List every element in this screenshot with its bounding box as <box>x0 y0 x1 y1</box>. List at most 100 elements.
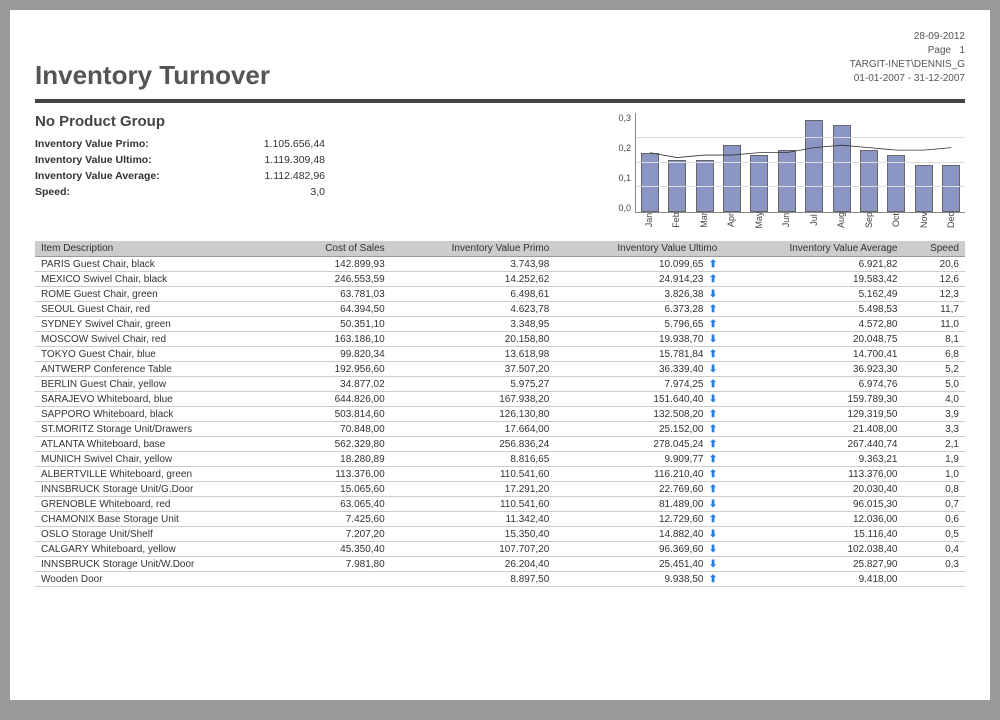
cell-speed: 1,0 <box>904 467 966 482</box>
arrow-up-icon: ⬆ <box>708 259 717 270</box>
data-table: Item Description Cost of Sales Inventory… <box>35 241 965 587</box>
cell-ultimo: 6.373,28 ⬆ <box>555 302 723 317</box>
cell-primo: 126.130,80 <box>391 407 556 422</box>
cell-speed <box>904 572 966 587</box>
cell-cost: 18.280,89 <box>283 452 390 467</box>
col-primo: Inventory Value Primo <box>391 241 556 257</box>
cell-speed: 11,0 <box>904 317 966 332</box>
cell-ultimo: 25.451,40 ⬇ <box>555 557 723 572</box>
x-label: Oct <box>891 211 901 229</box>
cell-primo: 17.664,00 <box>391 422 556 437</box>
cell-avg: 25.827,90 <box>723 557 903 572</box>
cell-cost: 45.350,40 <box>283 542 390 557</box>
table-row: OSLO Storage Unit/Shelf7.207,2015.350,40… <box>35 527 965 542</box>
table-row: CALGARY Whiteboard, yellow45.350,40107.7… <box>35 542 965 557</box>
cell-desc: GRENOBLE Whiteboard, red <box>35 497 283 512</box>
cell-cost: 70.848,00 <box>283 422 390 437</box>
cell-primo: 14.252,62 <box>391 272 556 287</box>
x-label: Jul <box>809 211 819 229</box>
arrow-up-icon: ⬆ <box>708 454 717 465</box>
cell-cost: 15.065,60 <box>283 482 390 497</box>
cell-cost: 113.376,00 <box>283 467 390 482</box>
col-avg: Inventory Value Average <box>723 241 903 257</box>
cell-avg: 6.921,82 <box>723 257 903 272</box>
summary-block: No Product Group Inventory Value Primo:1… <box>35 113 605 202</box>
cell-ultimo: 10.099,65 ⬆ <box>555 257 723 272</box>
cell-primo: 5.975,27 <box>391 377 556 392</box>
cell-speed: 8,1 <box>904 332 966 347</box>
x-label: Feb <box>671 211 681 229</box>
cell-cost: 644.826,00 <box>283 392 390 407</box>
cell-desc: INNSBRUCK Storage Unit/W.Door <box>35 557 283 572</box>
cell-speed: 0,6 <box>904 512 966 527</box>
cell-ultimo: 19.938,70 ⬇ <box>555 332 723 347</box>
table-header-row: Item Description Cost of Sales Inventory… <box>35 241 965 257</box>
table-row: MUNICH Swivel Chair, yellow18.280,898.81… <box>35 452 965 467</box>
cell-ultimo: 9.938,50 ⬆ <box>555 572 723 587</box>
cell-avg: 4.572,80 <box>723 317 903 332</box>
avg-value: 1.112.482,96 <box>205 170 325 182</box>
col-speed: Speed <box>904 241 966 257</box>
col-ultimo: Inventory Value Ultimo <box>555 241 723 257</box>
cell-avg: 5.162,49 <box>723 287 903 302</box>
cell-speed: 0,7 <box>904 497 966 512</box>
cell-desc: Wooden Door <box>35 572 283 587</box>
arrow-down-icon: ⬇ <box>708 529 717 540</box>
table-row: ST.MORITZ Storage Unit/Drawers70.848,001… <box>35 422 965 437</box>
cell-ultimo: 9.909,77 ⬆ <box>555 452 723 467</box>
cell-primo: 15.350,40 <box>391 527 556 542</box>
cell-desc: ROME Guest Chair, green <box>35 287 283 302</box>
y-tick: 0,1 <box>605 173 631 183</box>
cell-cost: 7.207,20 <box>283 527 390 542</box>
cell-ultimo: 116.210,40 ⬆ <box>555 467 723 482</box>
arrow-down-icon: ⬇ <box>708 394 717 405</box>
cell-speed: 4,0 <box>904 392 966 407</box>
table-row: TOKYO Guest Chair, blue99.820,3413.618,9… <box>35 347 965 362</box>
cell-avg: 96.015,30 <box>723 497 903 512</box>
cell-ultimo: 36.339,40 ⬇ <box>555 362 723 377</box>
table-row: PARIS Guest Chair, black142.899,933.743,… <box>35 257 965 272</box>
cell-speed: 3,3 <box>904 422 966 437</box>
cell-desc: SARAJEVO Whiteboard, blue <box>35 392 283 407</box>
cell-avg: 267.440,74 <box>723 437 903 452</box>
cell-speed: 1,9 <box>904 452 966 467</box>
cell-cost: 50.351,10 <box>283 317 390 332</box>
cell-avg: 159.789,30 <box>723 392 903 407</box>
page-title: Inventory Turnover <box>35 60 965 91</box>
speed-value: 3,0 <box>205 186 325 198</box>
cell-primo: 167.938,20 <box>391 392 556 407</box>
cell-avg: 9.418,00 <box>723 572 903 587</box>
avg-label: Inventory Value Average: <box>35 170 205 182</box>
col-desc: Item Description <box>35 241 283 257</box>
cell-avg: 36.923,30 <box>723 362 903 377</box>
cell-cost: 163.186,10 <box>283 332 390 347</box>
arrow-up-icon: ⬆ <box>708 304 717 315</box>
cell-ultimo: 15.781,84 ⬆ <box>555 347 723 362</box>
cell-avg: 102.038,40 <box>723 542 903 557</box>
table-row: SYDNEY Swivel Chair, green50.351,103.348… <box>35 317 965 332</box>
cell-ultimo: 5.796,65 ⬆ <box>555 317 723 332</box>
cell-speed: 0,5 <box>904 527 966 542</box>
meta-page-num: 1 <box>959 45 965 56</box>
cell-cost: 7.981,80 <box>283 557 390 572</box>
cell-speed: 0,3 <box>904 557 966 572</box>
cell-speed: 0,8 <box>904 482 966 497</box>
cell-desc: ALBERTVILLE Whiteboard, green <box>35 467 283 482</box>
arrow-up-icon: ⬆ <box>708 274 717 285</box>
cell-avg: 21.408,00 <box>723 422 903 437</box>
arrow-down-icon: ⬇ <box>708 364 717 375</box>
arrow-up-icon: ⬆ <box>708 424 717 435</box>
cell-cost: 503.814,60 <box>283 407 390 422</box>
cell-speed: 6,8 <box>904 347 966 362</box>
arrow-up-icon: ⬆ <box>708 469 717 480</box>
cell-avg: 20.048,75 <box>723 332 903 347</box>
cell-desc: ANTWERP Conference Table <box>35 362 283 377</box>
arrow-up-icon: ⬆ <box>708 379 717 390</box>
arrow-up-icon: ⬆ <box>708 349 717 360</box>
cell-ultimo: 151.640,40 ⬇ <box>555 392 723 407</box>
cell-avg: 6.974,76 <box>723 377 903 392</box>
table-row: ROME Guest Chair, green63.781,036.498,61… <box>35 287 965 302</box>
arrow-up-icon: ⬆ <box>708 439 717 450</box>
cell-speed: 12,3 <box>904 287 966 302</box>
cell-primo: 8.897,50 <box>391 572 556 587</box>
